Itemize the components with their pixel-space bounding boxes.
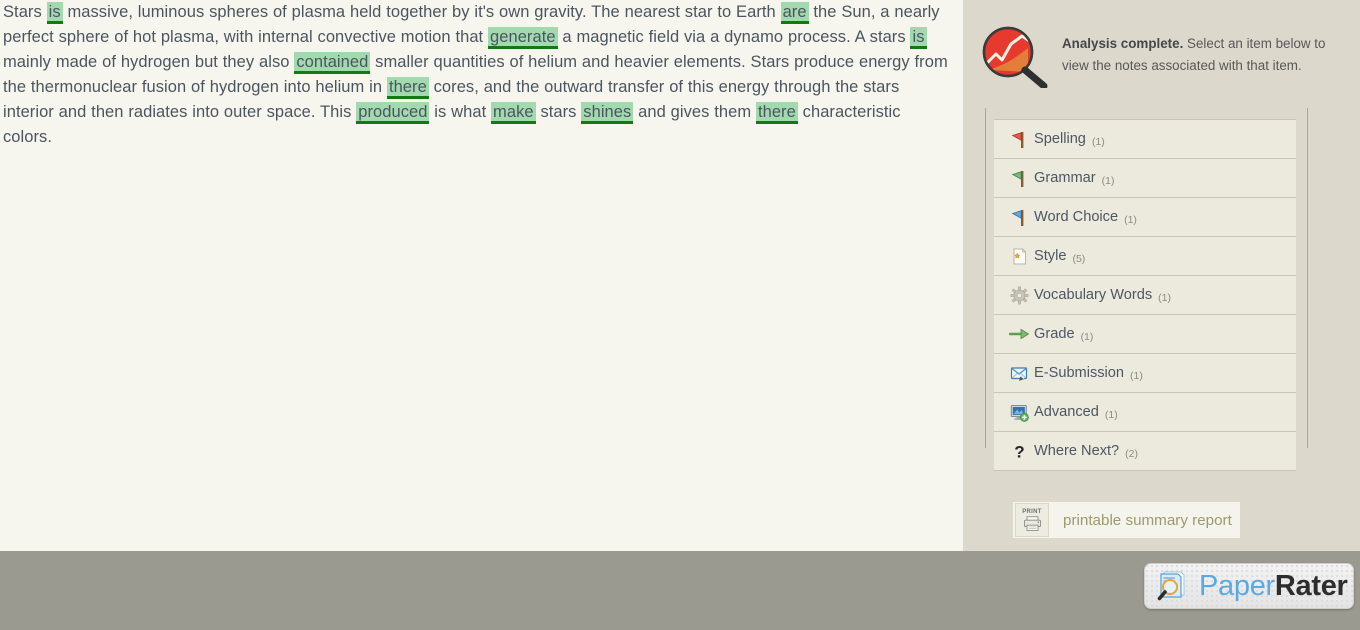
printer-icon: PRINT xyxy=(1015,503,1049,537)
question-mark-icon: ? xyxy=(1004,442,1034,461)
green-arrow-icon xyxy=(1004,327,1034,341)
highlighted-error[interactable]: produced xyxy=(356,102,430,124)
highlighted-error[interactable]: generate xyxy=(488,27,558,49)
sidebar-item-label: Word Choice xyxy=(1034,209,1119,225)
print-icon-word: PRINT xyxy=(1022,509,1042,515)
analysis-sidebar: Analysis complete. Select an item below … xyxy=(963,0,1360,551)
sidebar-item-count: (1) xyxy=(1130,370,1143,382)
sidebar-item-grade[interactable]: Grade (1) xyxy=(994,315,1296,354)
gear-icon xyxy=(1004,286,1034,305)
brand-part-paper: Paper xyxy=(1199,569,1275,602)
sidebar-item-vocabulary-words[interactable]: Vocabulary Words (1) xyxy=(994,276,1296,315)
analysis-status-text: Analysis complete. Select an item below … xyxy=(1062,33,1342,77)
highlighted-error[interactable]: shines xyxy=(581,102,634,124)
svg-text:?: ? xyxy=(1014,442,1024,461)
sidebar-item-count: (1) xyxy=(1124,214,1137,226)
highlighted-error[interactable]: there xyxy=(755,102,798,124)
sidebar-item-label: Where Next? xyxy=(1034,443,1120,459)
sidebar-item-spelling[interactable]: Spelling (1) xyxy=(994,119,1296,159)
paperrater-logo[interactable]: PaperRater xyxy=(1144,563,1354,609)
highlighted-error[interactable]: there xyxy=(386,77,429,99)
sidebar-item-style[interactable]: Style (5) xyxy=(994,237,1296,276)
paper-magnifier-icon xyxy=(1155,569,1189,603)
sidebar-item-label: Advanced xyxy=(1034,404,1099,420)
sidebar-item-advanced[interactable]: Advanced (1) xyxy=(994,393,1296,432)
monitor-plus-icon xyxy=(1004,403,1034,422)
list-left-divider xyxy=(985,108,986,448)
sidebar-item-label: Spelling xyxy=(1034,131,1086,147)
red-flag-icon xyxy=(1004,130,1034,149)
blue-flag-icon xyxy=(1004,208,1034,227)
sidebar-item-count: (5) xyxy=(1072,253,1086,265)
sidebar-item-label: Style xyxy=(1034,248,1067,264)
highlighted-error[interactable]: contained xyxy=(294,52,371,74)
green-flag-icon xyxy=(1004,169,1034,188)
sidebar-item-label: Vocabulary Words xyxy=(1034,287,1153,303)
sidebar-item-e-submission[interactable]: E-Submission (1) xyxy=(994,354,1296,393)
highlighted-error[interactable]: is xyxy=(910,27,927,49)
sidebar-item-where-next[interactable]: ? Where Next? (2) xyxy=(994,432,1296,471)
envelope-pencil-icon xyxy=(1004,364,1034,383)
essay-editor-pane[interactable]: Stars is massive, luminous spheres of pl… xyxy=(0,0,963,551)
printable-summary-report-label: printable summary report xyxy=(1063,511,1232,529)
page-star-icon xyxy=(1004,247,1034,266)
sidebar-item-word-choice[interactable]: Word Choice (1) xyxy=(994,198,1296,237)
sidebar-item-count: (1) xyxy=(1091,136,1105,148)
brand-part-rater: Rater xyxy=(1274,569,1348,602)
highlighted-error[interactable]: make xyxy=(491,102,536,124)
sidebar-item-count: (1) xyxy=(1101,175,1115,187)
essay-text[interactable]: Stars is massive, luminous spheres of pl… xyxy=(3,0,948,150)
paperrater-logo-text: PaperRater xyxy=(1199,569,1348,602)
analysis-status-strong: Analysis complete. xyxy=(1062,36,1184,51)
highlighted-error[interactable]: are xyxy=(780,2,809,24)
sidebar-item-count: (1) xyxy=(1104,409,1118,421)
sidebar-item-grammar[interactable]: Grammar (1) xyxy=(994,159,1296,198)
sidebar-item-label: Grade xyxy=(1034,326,1075,342)
sidebar-item-label: E-Submission xyxy=(1034,365,1125,381)
magnifier-chart-icon xyxy=(978,26,1058,90)
list-right-divider xyxy=(1307,108,1308,448)
analysis-item-list: Spelling (1) Grammar (1) Word Choice (1)… xyxy=(994,119,1296,471)
printable-summary-report-button[interactable]: PRINT printable summary report xyxy=(1013,502,1240,538)
sidebar-item-count: (2) xyxy=(1125,448,1139,460)
sidebar-item-label: Grammar xyxy=(1034,170,1096,186)
sidebar-item-count: (1) xyxy=(1158,292,1172,304)
analysis-banner: Analysis complete. Select an item below … xyxy=(963,0,1360,108)
highlighted-error[interactable]: is xyxy=(46,2,63,24)
sidebar-item-count: (1) xyxy=(1080,331,1094,343)
